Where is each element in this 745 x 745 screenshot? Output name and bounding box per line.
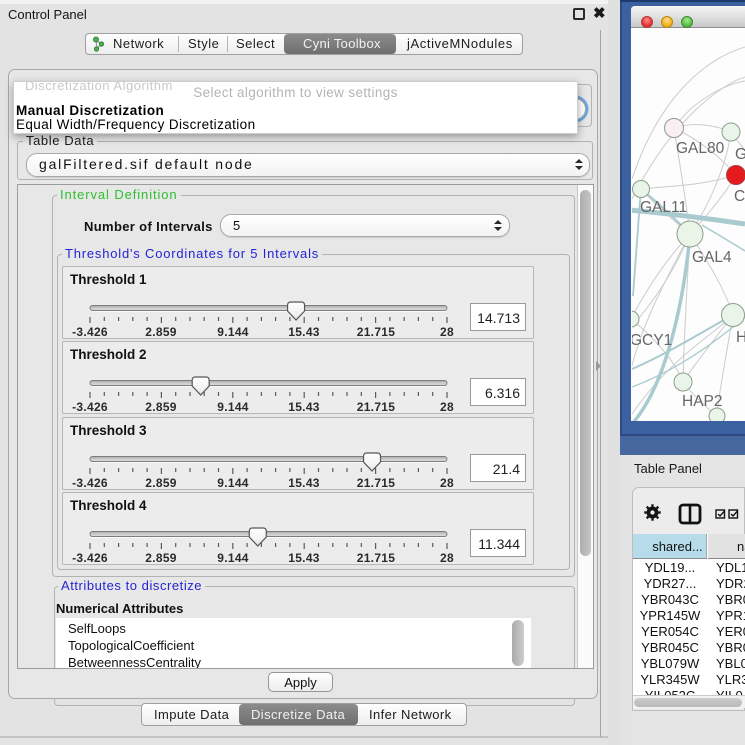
svg-text:H: H	[736, 329, 745, 346]
svg-text:GAL4: GAL4	[692, 249, 732, 266]
svg-text:GCY1: GCY1	[632, 332, 672, 349]
svg-text:HAP2: HAP2	[682, 393, 723, 410]
svg-text:GAL11: GAL11	[640, 199, 687, 216]
svg-text:C: C	[734, 188, 745, 205]
svg-text:GA: GA	[735, 146, 745, 163]
svg-text:GAL80: GAL80	[676, 140, 725, 157]
